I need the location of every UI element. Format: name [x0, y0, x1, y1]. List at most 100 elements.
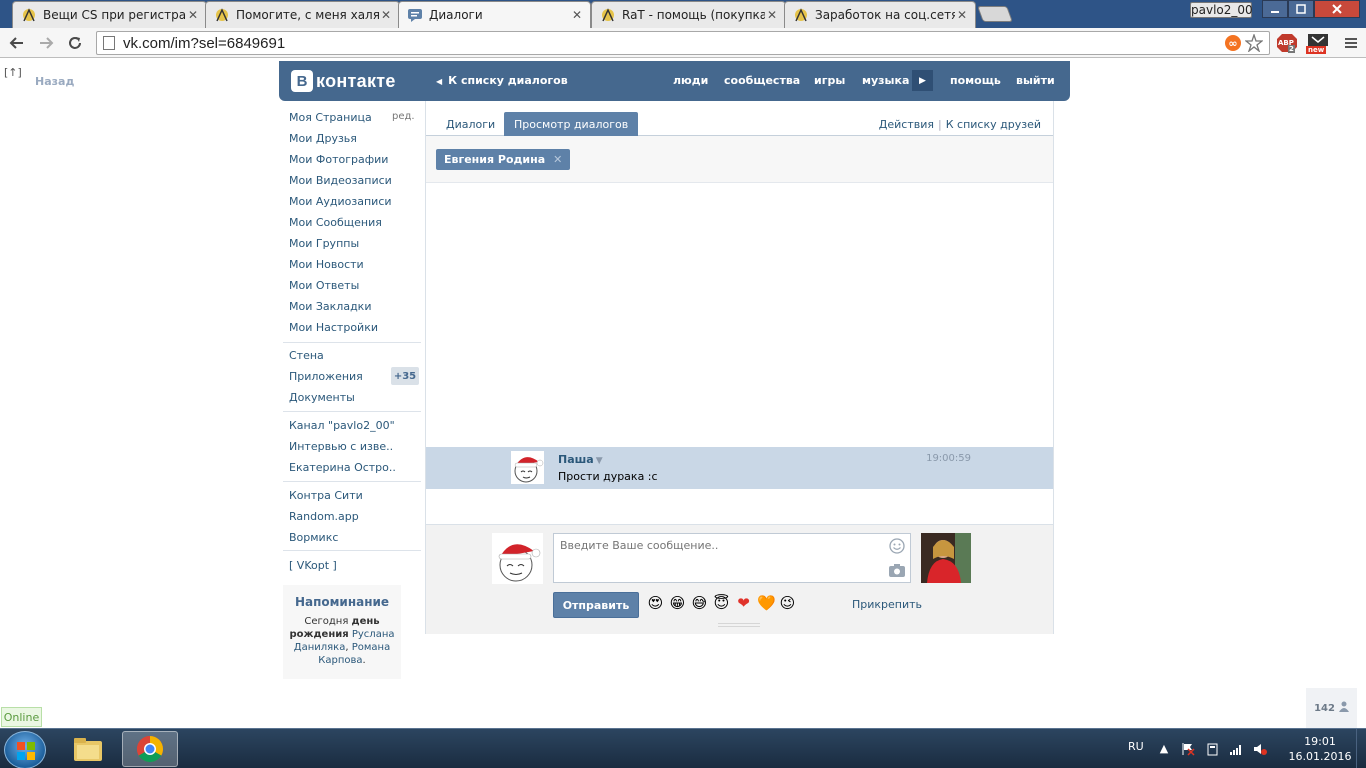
nav-logout[interactable]: выйти	[1016, 74, 1055, 87]
tab-close-icon[interactable]: ✕	[955, 8, 969, 22]
tab-close-icon[interactable]: ✕	[186, 8, 200, 22]
menu-random-app[interactable]: Random.app	[289, 510, 359, 523]
tab-close-icon[interactable]: ✕	[379, 8, 393, 22]
menu-apps[interactable]: Приложения	[289, 370, 363, 383]
nav-games[interactable]: игры	[814, 74, 845, 87]
camera-icon[interactable]	[888, 562, 906, 578]
browser-tab-3[interactable]: Диалоги ✕	[398, 1, 591, 28]
menu-photos[interactable]: Мои Фотографии	[289, 153, 388, 166]
nav-music[interactable]: музыка	[862, 74, 909, 87]
back-to-dialogs-link[interactable]: ◀ К списку диалогов	[436, 74, 568, 87]
vk-logo[interactable]: В контакте	[291, 70, 396, 92]
minimize-button[interactable]	[1262, 0, 1288, 18]
menu-friends[interactable]: Мои Друзья	[289, 132, 357, 145]
emoji-sweat-smile-icon[interactable]: 😅	[691, 595, 708, 612]
send-button[interactable]: Отправить	[553, 592, 639, 618]
emoji-heart-icon[interactable]: ❤	[735, 595, 752, 612]
new-extension[interactable]: new	[1305, 34, 1331, 54]
browser-tab-1[interactable]: Вещи CS при регистраци ✕	[12, 1, 207, 28]
chevron-down-icon[interactable]: ▼	[596, 456, 603, 466]
chrome-icon[interactable]	[122, 731, 178, 767]
network-signal-icon[interactable]	[1229, 742, 1243, 756]
message-time[interactable]: 19:00:59	[926, 453, 971, 464]
menu-icon[interactable]	[1340, 32, 1362, 54]
tab-close-icon[interactable]: ✕	[765, 8, 779, 22]
menu-messages[interactable]: Мои Сообщения	[289, 216, 382, 229]
emoji-heart-icon[interactable]: 🧡	[757, 595, 776, 612]
peer-chip[interactable]: Евгения Родина ✕	[436, 149, 571, 170]
tab-dialogs[interactable]: Диалоги	[436, 112, 505, 136]
menu-documents[interactable]: Документы	[289, 391, 355, 404]
emoji-angel-icon[interactable]: 😇	[713, 595, 730, 612]
smile-icon[interactable]	[888, 537, 906, 555]
message-row[interactable]: Паша ▼ Прости дурака :c 19:00:59	[426, 447, 1053, 489]
tab-view-dialogs[interactable]: Просмотр диалогов	[504, 112, 639, 136]
profile-button[interactable]: pavlo2_00	[1190, 2, 1253, 18]
apps-count-badge[interactable]: +35	[391, 367, 419, 385]
left-triangle-icon: ◀	[436, 77, 443, 86]
emoji-wink-icon[interactable]: 😉	[779, 595, 796, 612]
nav-help[interactable]: помощь	[950, 74, 1001, 87]
back-link[interactable]: Назад	[35, 75, 74, 88]
peer-avatar[interactable]	[921, 533, 971, 583]
play-icon[interactable]: ▶	[912, 70, 933, 91]
address-bar[interactable]: vk.com/im?sel=6849691	[96, 31, 1270, 55]
menu-bookmarks[interactable]: Мои Закладки	[289, 300, 371, 313]
menu-wall[interactable]: Стена	[289, 349, 324, 362]
tray-expand-icon[interactable]: ▲	[1157, 742, 1171, 756]
menu-wormix[interactable]: Вормикс	[289, 531, 338, 544]
friends-list-link[interactable]: К списку друзей	[946, 118, 1041, 131]
device-icon[interactable]	[1205, 742, 1219, 756]
menu-vkopt[interactable]: [ VKopt ]	[289, 559, 337, 572]
vk-logo-text: контакте	[316, 70, 396, 91]
avatar[interactable]	[511, 451, 544, 484]
avatar[interactable]	[492, 533, 543, 584]
menu-videos[interactable]: Мои Видеозаписи	[289, 174, 392, 187]
system-clock[interactable]: 19:01 16.01.2016	[1285, 734, 1355, 764]
reload-icon[interactable]	[64, 32, 86, 54]
actions-link[interactable]: Действия	[879, 118, 934, 131]
nav-people[interactable]: люди	[673, 74, 708, 87]
menu-news[interactable]: Мои Новости	[289, 258, 364, 271]
browser-tab-5[interactable]: Заработок на соц.сетях и ✕	[784, 1, 976, 28]
flag-icon[interactable]	[1181, 742, 1195, 756]
menu-ekaterina[interactable]: Екатерина Остро..	[289, 461, 396, 474]
forward-arrow-icon[interactable]	[35, 32, 57, 54]
menu-answers[interactable]: Мои Ответы	[289, 279, 359, 292]
menu-edit-link[interactable]: ред.	[392, 111, 415, 122]
online-friends-counter[interactable]: 142	[1306, 688, 1357, 728]
resize-grip[interactable]	[718, 623, 760, 627]
start-button[interactable]	[4, 731, 46, 768]
message-input[interactable]	[553, 533, 911, 583]
volume-muted-icon[interactable]	[1253, 742, 1267, 756]
close-window-button[interactable]	[1314, 0, 1360, 18]
emoji-heart-eyes-icon[interactable]: 😍	[647, 595, 664, 612]
maximize-button[interactable]	[1288, 0, 1314, 18]
language-indicator[interactable]: RU	[1128, 740, 1144, 753]
browser-tab-2[interactable]: Помогите, с меня халява ✕	[205, 1, 400, 28]
menu-audio[interactable]: Мои Аудиозаписи	[289, 195, 392, 208]
menu-settings[interactable]: Мои Настройки	[289, 321, 378, 334]
explorer-folder-icon[interactable]	[60, 731, 116, 767]
adblock-extension[interactable]: ABP 2	[1275, 34, 1299, 53]
tab-close-icon[interactable]: ✕	[570, 8, 584, 22]
back-arrow-icon[interactable]	[6, 32, 28, 54]
close-icon[interactable]: ✕	[553, 153, 562, 166]
attach-link[interactable]: Прикрепить	[852, 598, 922, 611]
menu-channel[interactable]: Канал "pavlo2_00"	[289, 419, 395, 432]
dialogs-tabs: Диалоги Просмотр диалогов Действия | К спи…	[426, 101, 1053, 136]
scroll-up-link[interactable]: [↑]	[4, 66, 22, 79]
star-icon[interactable]	[1244, 34, 1264, 52]
show-desktop-button[interactable]	[1356, 729, 1366, 768]
nav-communities[interactable]: сообщества	[724, 74, 800, 87]
menu-my-page[interactable]: Моя Страница	[289, 111, 372, 124]
menu-groups[interactable]: Мои Группы	[289, 237, 359, 250]
emoji-grin-icon[interactable]: 😁	[669, 595, 686, 612]
message-author[interactable]: Паша ▼	[558, 453, 603, 466]
infinity-icon[interactable]: ∞	[1223, 34, 1243, 52]
forum-favicon-icon	[793, 7, 809, 23]
browser-tab-4[interactable]: RaT - помощь (покупка-о ✕	[591, 1, 786, 28]
new-tab-button[interactable]	[977, 6, 1013, 22]
menu-kontra-city[interactable]: Контра Сити	[289, 489, 363, 502]
menu-interview[interactable]: Интервью с изве..	[289, 440, 393, 453]
